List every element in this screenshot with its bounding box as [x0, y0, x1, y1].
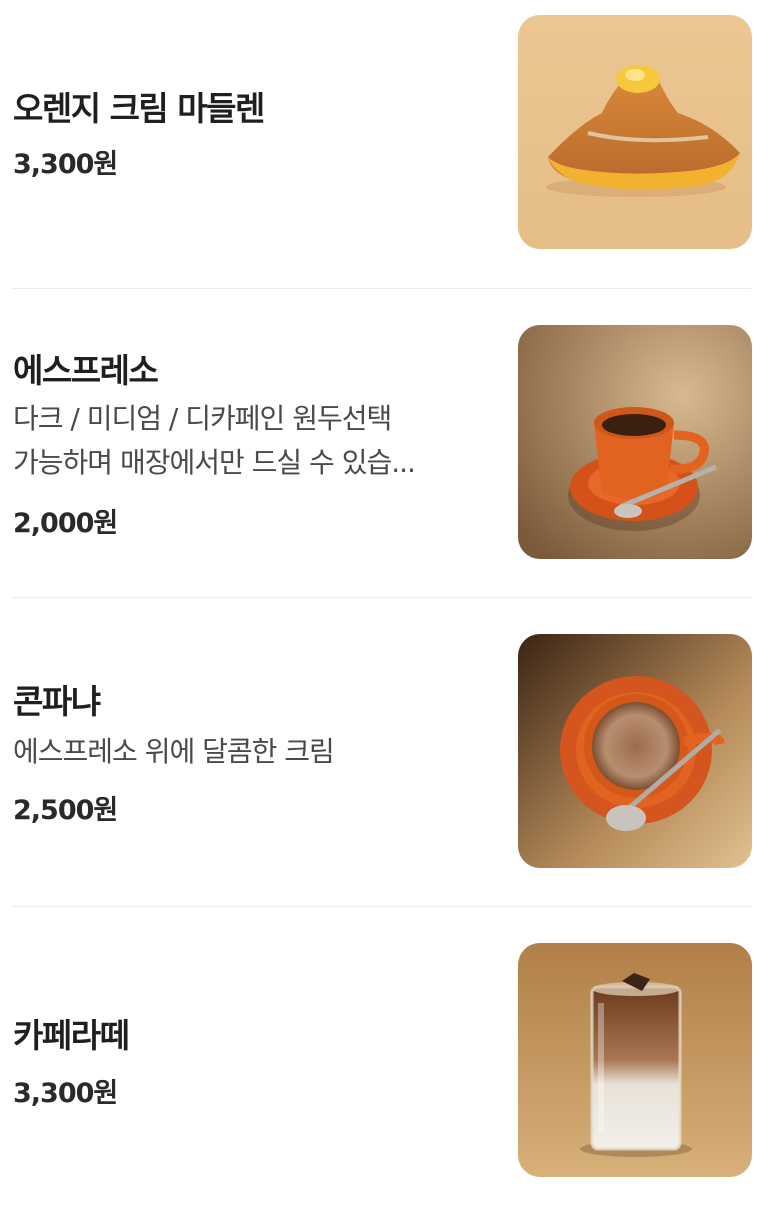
menu-list: 오렌지 크림 마들렌 3,300원 에스프레소 다크 / 미디엄 / 디카페인 …: [0, 0, 773, 1207]
menu-item-image[interactable]: [518, 943, 752, 1177]
menu-item-image[interactable]: [518, 325, 752, 559]
menu-item-price: 2,500원: [13, 795, 118, 826]
menu-item-name: 오렌지 크림 마들렌: [13, 89, 265, 128]
menu-item-name: 콘파냐: [13, 682, 101, 721]
menu-item-image[interactable]: [518, 15, 752, 249]
menu-item-name: 카페라떼: [13, 1016, 130, 1055]
menu-item-name: 에스프레소: [13, 351, 159, 390]
menu-item-orange-cream-madeleine[interactable]: 오렌지 크림 마들렌 3,300원: [0, 0, 773, 288]
menu-item-cafe-latte[interactable]: 카페라떼 3,300원: [0, 907, 773, 1207]
menu-item-espresso[interactable]: 에스프레소 다크 / 미디엄 / 디카페인 원두선택 가능하며 매장에서만 드실…: [0, 289, 773, 598]
description-line: 에스프레소 위에 달콤한 크림: [13, 735, 335, 768]
menu-item-description: 에스프레소 위에 달콤한 크림: [13, 730, 493, 774]
description-line: 다크 / 미디엄 / 디카페인 원두선택: [13, 402, 392, 435]
menu-item-con-panna[interactable]: 콘파냐 에스프레소 위에 달콤한 크림 2,500원: [0, 598, 773, 907]
menu-item-description: 다크 / 미디엄 / 디카페인 원두선택 가능하며 매장에서만 드실 수 있습.…: [13, 397, 493, 485]
menu-item-price: 2,000원: [13, 508, 118, 539]
menu-item-image[interactable]: [518, 634, 752, 868]
description-line: 가능하며 매장에서만 드실 수 있습...: [13, 446, 416, 479]
menu-item-price: 3,300원: [13, 1078, 118, 1109]
menu-item-price: 3,300원: [13, 149, 118, 180]
